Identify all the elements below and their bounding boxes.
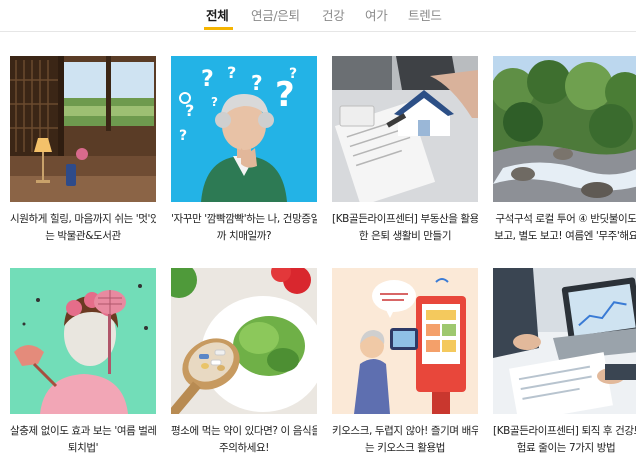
svg-text:?: ? xyxy=(289,66,297,82)
article-title: [KB골든라이프센터] 부동산을 활용 한 은퇴 생활비 만들기 xyxy=(332,213,478,242)
category-tabs: 전체 연금/은퇴 건강 여가 트렌드 xyxy=(0,0,636,32)
article-thumbnail-house-model-contract xyxy=(332,56,478,202)
svg-text:?: ? xyxy=(201,67,214,92)
tab-health[interactable]: 건강 xyxy=(322,5,345,24)
tab-pension-retirement[interactable]: 연금/은퇴 xyxy=(251,5,300,24)
svg-text:?: ? xyxy=(179,128,187,144)
tab-trend[interactable]: 트렌드 xyxy=(408,5,442,24)
article-title: 평소에 먹는 약이 있다면? 이 음식을 주의하세요! xyxy=(171,425,317,454)
svg-text:?: ? xyxy=(227,63,236,82)
article-card-medicine-food-caution[interactable]: 평소에 먹는 약이 있다면? 이 음식을 주의하세요! xyxy=(171,268,317,455)
article-card-summer-bug-repellent[interactable]: 살충제 없이도 효과 보는 '여름 벌레 퇴치법' xyxy=(10,268,156,455)
article-thumbnail-forest-stream xyxy=(493,56,636,202)
article-thumbnail-pills-salad xyxy=(171,268,317,414)
svg-text:?: ? xyxy=(185,101,194,120)
article-card-muju-local-tour[interactable]: 구석구석 로컬 투어 ④ 반딧불이도 보고, 별도 보고! 여름엔 '무주'해요 xyxy=(493,56,636,245)
svg-text:?: ? xyxy=(211,95,218,109)
article-card-forgetfulness-dementia[interactable]: ? ? ? ? ? ? ? ? '자꾸만 '깜빡깜빡'하는 나, 건망증일 까 … xyxy=(171,56,317,245)
article-card-museum-library[interactable]: 시원하게 힐링, 마음까지 쉬는 '멋'있 는 박물관&도서관 xyxy=(10,56,156,245)
article-thumbnail-woman-flyswatter xyxy=(10,268,156,414)
article-card-real-estate-income[interactable]: [KB골든라이프센터] 부동산을 활용 한 은퇴 생활비 만들기 xyxy=(332,56,478,245)
article-title: 살충제 없이도 효과 보는 '여름 벌레 퇴치법' xyxy=(10,425,156,454)
article-thumbnail-kiosk-illustration xyxy=(332,268,478,414)
article-title: 구석구석 로컬 투어 ④ 반딧불이도 보고, 별도 보고! 여름엔 '무주'해요 xyxy=(494,213,636,242)
active-tab-indicator xyxy=(204,27,233,30)
tab-all[interactable]: 전체 xyxy=(206,5,229,24)
tab-leisure[interactable]: 여가 xyxy=(365,5,388,24)
article-title: 키오스크, 두렵지 않아! 즐기며 배우 는 키오스크 활용법 xyxy=(332,425,478,454)
article-thumbnail-woman-question-marks: ? ? ? ? ? ? ? ? xyxy=(171,56,317,202)
article-title: 시원하게 힐링, 마음까지 쉬는 '멋'있 는 박물관&도서관 xyxy=(10,213,156,242)
article-card-kiosk-guide[interactable]: 키오스크, 두렵지 않아! 즐기며 배우 는 키오스크 활용법 xyxy=(332,268,478,455)
article-title: '자꾸만 '깜빡깜빡'하는 나, 건망증일 까 치매일까? xyxy=(171,213,317,242)
svg-text:?: ? xyxy=(251,71,263,95)
article-thumbnail-window-room xyxy=(10,56,156,202)
article-thumbnail-laptop-documents xyxy=(493,268,636,414)
article-card-health-insurance-tips[interactable]: [KB골든라이프센터] 퇴직 후 건강보 험료 줄이는 7가지 방법 xyxy=(493,268,636,455)
article-title: [KB골든라이프센터] 퇴직 후 건강보 험료 줄이는 7가지 방법 xyxy=(493,425,636,454)
